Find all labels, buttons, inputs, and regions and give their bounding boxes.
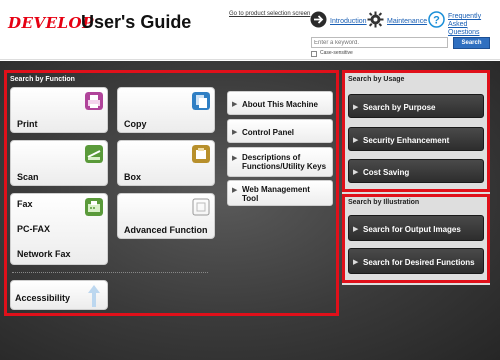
control-panel-label: Control Panel [242,128,295,137]
box-label: Box [124,172,142,182]
box-folder-icon [192,145,210,163]
fax-label[interactable]: Fax [17,199,33,209]
search-desired-functions-label: Search for Desired Functions [363,258,475,267]
product-selection-link[interactable]: Go to product selection screen [229,11,310,17]
descriptions-label: Descriptions of Functions/Utility Keys [242,153,326,171]
usage-section-title: Search by Usage [348,76,405,83]
chevron-right-icon: ▶ [232,155,238,162]
illustration-section-title: Search by Illustration [348,199,420,206]
security-enhancement-button[interactable]: ▶ Security Enhancement [348,127,484,151]
web-management-tool-line2: Tool [242,194,259,203]
advanced-function-tile[interactable]: Advanced Function [117,193,215,239]
arrow-right-circle-icon[interactable] [310,11,327,28]
maintenance-link[interactable]: Maintenance [387,18,427,26]
gear-icon[interactable] [367,11,384,28]
question-circle-icon[interactable]: ? [428,11,445,28]
accessibility-icon [88,285,100,307]
descriptions-label-line1: Descriptions of [242,153,301,162]
cost-saving-button[interactable]: ▶ Cost Saving [348,159,484,183]
search-input[interactable] [311,37,448,48]
advanced-function-icon [192,198,210,216]
box-tile[interactable]: Box [117,140,215,186]
header: DEVELOP User's Guide Go to product selec… [0,0,500,60]
about-this-machine-item[interactable]: ▶ About This Machine [227,91,333,115]
function-divider [12,272,208,273]
search-output-images-button[interactable]: ▶ Search for Output Images [348,215,484,241]
chevron-right-icon: ▶ [232,187,238,194]
search-by-purpose-label: Search by Purpose [363,103,436,112]
search-output-images-label: Search for Output Images [363,225,461,234]
chevron-right-icon: ▶ [353,104,359,111]
search-button[interactable]: Search [453,37,490,49]
case-sensitive-label: Case-sensitive [320,50,353,56]
accessibility-label: Accessibility [15,293,71,303]
about-this-machine-label: About This Machine [242,100,318,109]
copy-document-icon [192,92,210,110]
print-label: Print [17,119,38,129]
faq-link[interactable]: Frequently Asked Questions [448,13,500,37]
network-fax-label[interactable]: Network Fax [17,249,71,259]
chevron-right-icon: ▶ [353,169,359,176]
scan-label: Scan [17,172,39,182]
accessibility-tile[interactable]: Accessibility [10,280,108,310]
function-section-title: Search by Function [10,76,75,83]
faq-link-line1: Frequently [448,13,482,20]
fax-icon [85,198,103,216]
introduction-link[interactable]: Introduction [330,18,367,26]
descriptions-label-line2: Functions/Utility Keys [242,162,327,171]
printer-icon [85,92,103,110]
advanced-function-label: Advanced Function [124,225,208,235]
chevron-right-icon: ▶ [353,226,359,233]
chevron-right-icon: ▶ [353,137,359,144]
chevron-right-icon: ▶ [353,259,359,266]
web-management-tool-line1: Web Management [242,185,310,194]
security-enhancement-label: Security Enhancement [363,136,450,145]
search-desired-functions-button[interactable]: ▶ Search for Desired Functions [348,248,484,274]
chevron-right-icon: ▶ [232,101,238,108]
descriptions-item[interactable]: ▶ Descriptions of Functions/Utility Keys [227,147,333,177]
faq-link-line2: Asked Questions [448,21,480,36]
cost-saving-label: Cost Saving [363,168,410,177]
svg-text:?: ? [433,15,440,27]
case-sensitive-checkbox[interactable] [311,51,317,57]
fax-tile[interactable]: Fax PC-FAX Network Fax [10,193,108,265]
page-title: User's Guide [81,12,192,32]
web-management-tool-label: Web Management Tool [242,185,310,203]
chevron-right-icon: ▶ [232,129,238,136]
copy-label: Copy [124,119,147,129]
pc-fax-label[interactable]: PC-FAX [17,224,50,234]
print-tile[interactable]: Print [10,87,108,133]
scan-tile[interactable]: Scan [10,140,108,186]
copy-tile[interactable]: Copy [117,87,215,133]
control-panel-item[interactable]: ▶ Control Panel [227,119,333,143]
scanner-icon [85,145,103,163]
web-management-tool-item[interactable]: ▶ Web Management Tool [227,180,333,206]
search-by-purpose-button[interactable]: ▶ Search by Purpose [348,94,484,118]
